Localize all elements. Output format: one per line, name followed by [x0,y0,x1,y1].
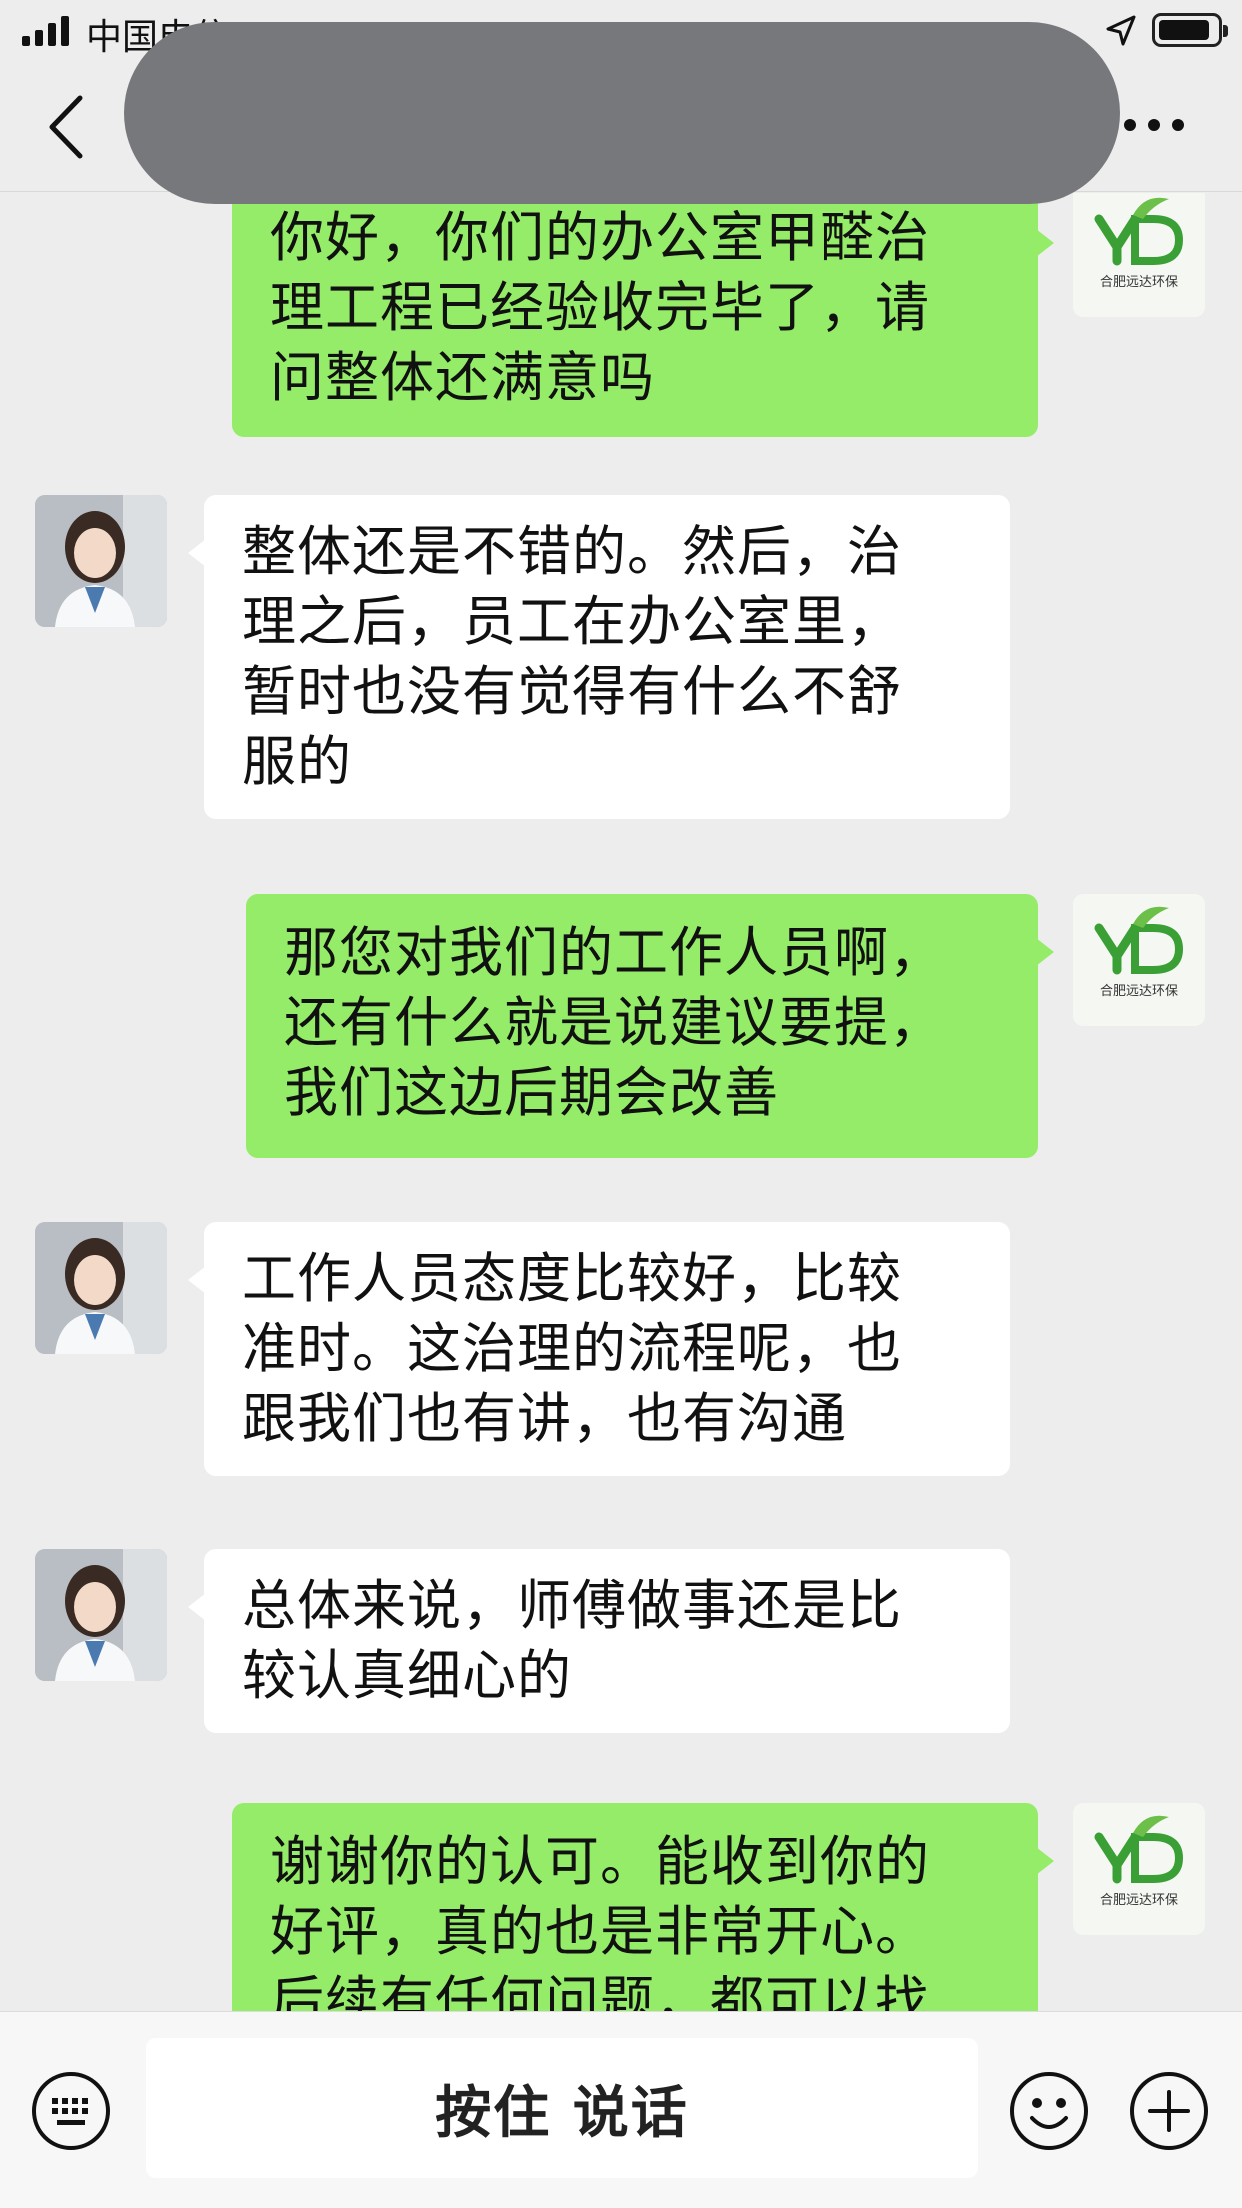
hold-to-talk-button[interactable]: 按住 说话 [146,2038,978,2178]
contact-avatar[interactable] [35,495,167,627]
self-avatar[interactable]: 合肥远达环保 [1073,894,1205,1026]
emoji-icon[interactable] [1008,2070,1090,2152]
location-arrow-icon [1106,15,1136,46]
chat-message-list[interactable]: 你好，你们的办公室甲醛治 理工程已经验收完毕了，请 问整体还满意吗 合肥远达环保… [0,193,1242,2011]
incoming-message-bubble[interactable]: 整体还是不错的。然后，治 理之后，员工在办公室里， 暂时也没有觉得有什么不舒 服… [188,495,1010,819]
doctor-portrait-icon [35,1222,167,1354]
brand-name-label: 合肥远达环保 [1099,275,1178,290]
doctor-portrait-icon [35,1549,167,1681]
doctor-portrait-icon [35,495,167,627]
plus-icon[interactable] [1128,2070,1210,2152]
input-bar: 按住 说话 [0,2011,1242,2208]
battery-icon [1152,13,1228,47]
brand-name-label: 合肥远达环保 [1099,1893,1178,1908]
redacted-title-overlay [124,22,1120,204]
yd-logo-icon [1094,197,1184,266]
incoming-message-bubble[interactable]: 工作人员态度比较好，比较 准时。这治理的流程呢，也 跟我们也有讲，也有沟通 [188,1222,1010,1476]
back-chevron-icon[interactable] [46,94,86,160]
signal-icon [22,16,69,46]
self-avatar[interactable]: 合肥远达环保 [1073,1803,1205,1935]
yd-logo-icon [1094,906,1184,975]
incoming-message-bubble[interactable]: 总体来说，师傅做事还是比 较认真细心的 [188,1549,1010,1733]
outgoing-message-bubble[interactable]: 你好，你们的办公室甲醛治 理工程已经验收完毕了，请 问整体还满意吗 [232,193,1054,437]
self-avatar[interactable]: 合肥远达环保 [1073,193,1205,317]
contact-avatar[interactable] [35,1549,167,1681]
more-options-icon[interactable] [1122,115,1186,135]
brand-name-label: 合肥远达环保 [1099,984,1178,999]
outgoing-message-bubble[interactable]: 谢谢你的认可。能收到你的 好评，真的也是非常开心。 后续有任何问题，都可以找 [232,1803,1054,2011]
yd-logo-icon [1094,1815,1184,1884]
contact-avatar[interactable] [35,1222,167,1354]
outgoing-message-bubble[interactable]: 那您对我们的工作人员啊， 还有什么就是说建议要提， 我们这边后期会改善 [246,894,1054,1158]
keyboard-icon[interactable] [30,2070,112,2152]
